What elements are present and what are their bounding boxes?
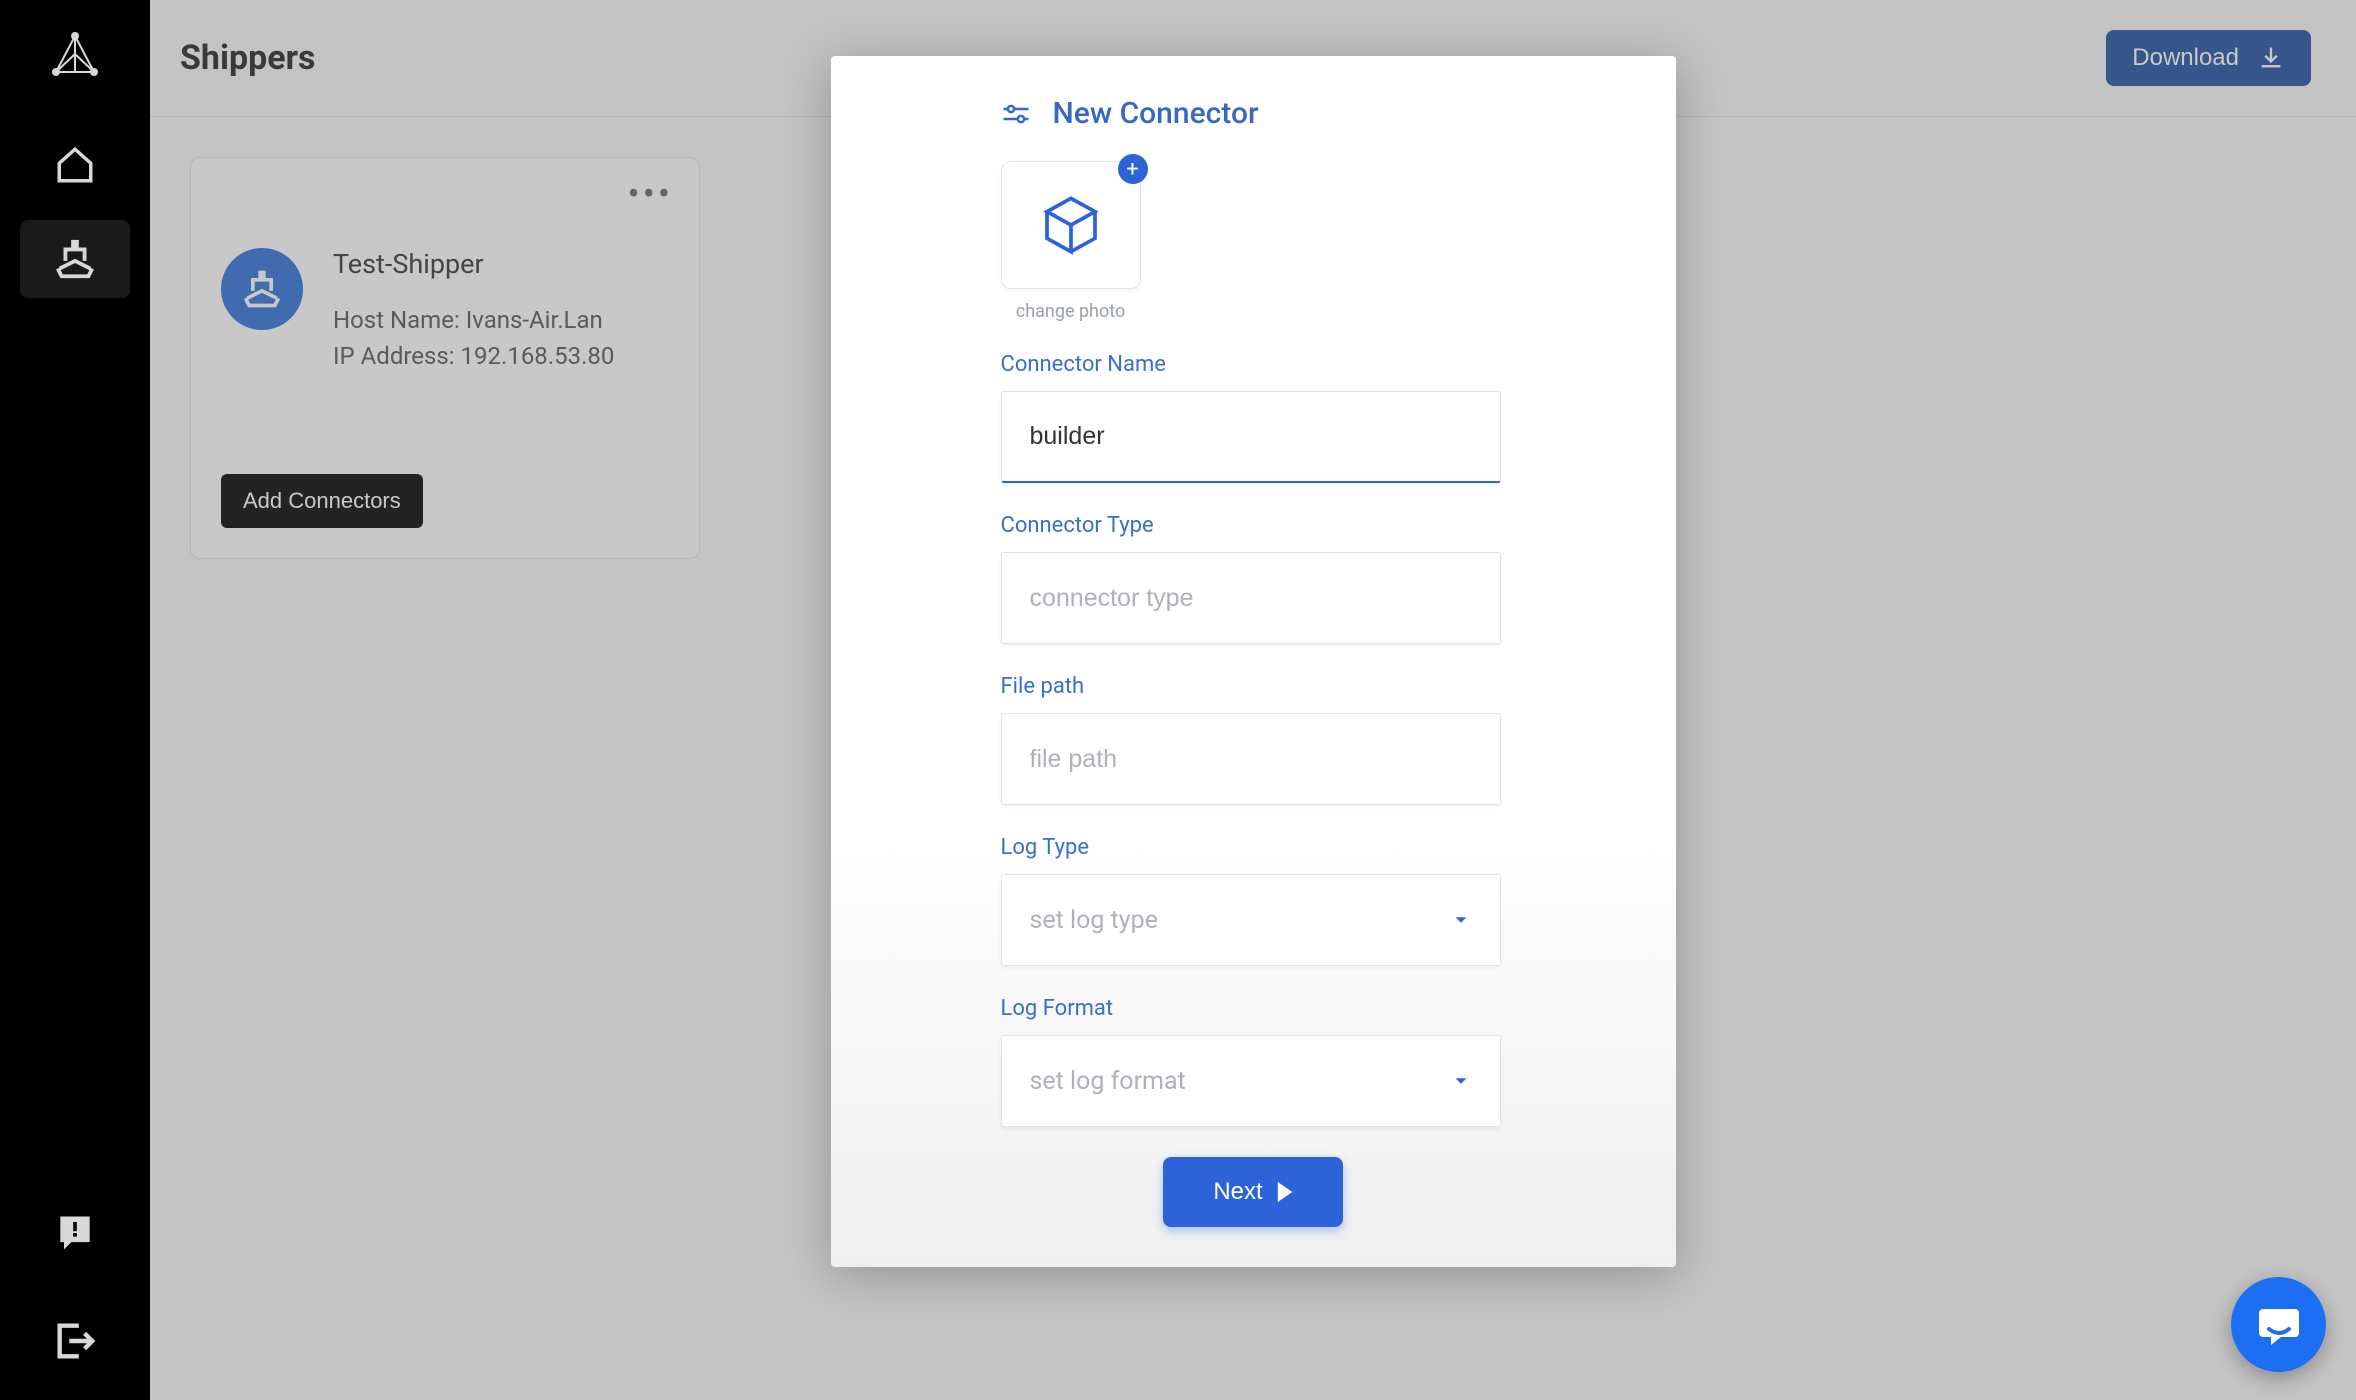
connector-type-label: Connector Type: [1001, 513, 1506, 538]
chevron-down-icon: [1450, 909, 1472, 931]
connector-name-label: Connector Name: [1001, 352, 1506, 377]
new-connector-modal: New Connector + change photo: [831, 56, 1676, 1267]
connector-name-input[interactable]: [1001, 391, 1501, 483]
file-path-label: File path: [1001, 674, 1506, 699]
next-button-label: Next: [1213, 1178, 1262, 1206]
add-photo-badge[interactable]: +: [1118, 154, 1148, 184]
next-button[interactable]: Next: [1163, 1157, 1343, 1227]
chat-icon: [2255, 1301, 2303, 1349]
log-format-select[interactable]: set log format: [1001, 1035, 1501, 1127]
change-photo-label[interactable]: change photo: [1001, 301, 1141, 322]
sidebar-logout[interactable]: [20, 1302, 130, 1380]
logo-icon[interactable]: [20, 18, 130, 96]
log-format-label: Log Format: [1001, 996, 1506, 1021]
sidebar-feedback[interactable]: [20, 1194, 130, 1272]
connector-type-input[interactable]: [1001, 552, 1501, 644]
log-type-label: Log Type: [1001, 835, 1506, 860]
sidebar-home[interactable]: [20, 126, 130, 204]
main-content: Shippers Download •••: [150, 0, 2356, 1400]
file-path-input[interactable]: [1001, 713, 1501, 805]
sidebar: [0, 0, 150, 1400]
cube-icon: [1039, 193, 1103, 257]
sidebar-shippers[interactable]: [20, 220, 130, 298]
modal-title: New Connector: [1053, 96, 1259, 131]
sliders-icon: [1001, 99, 1031, 129]
connector-photo[interactable]: +: [1001, 161, 1141, 289]
play-icon: [1277, 1182, 1293, 1202]
chat-widget[interactable]: [2231, 1277, 2326, 1372]
chevron-down-icon: [1450, 1070, 1472, 1092]
log-type-select[interactable]: set log type: [1001, 874, 1501, 966]
modal-overlay[interactable]: New Connector + change photo: [150, 0, 2356, 1400]
